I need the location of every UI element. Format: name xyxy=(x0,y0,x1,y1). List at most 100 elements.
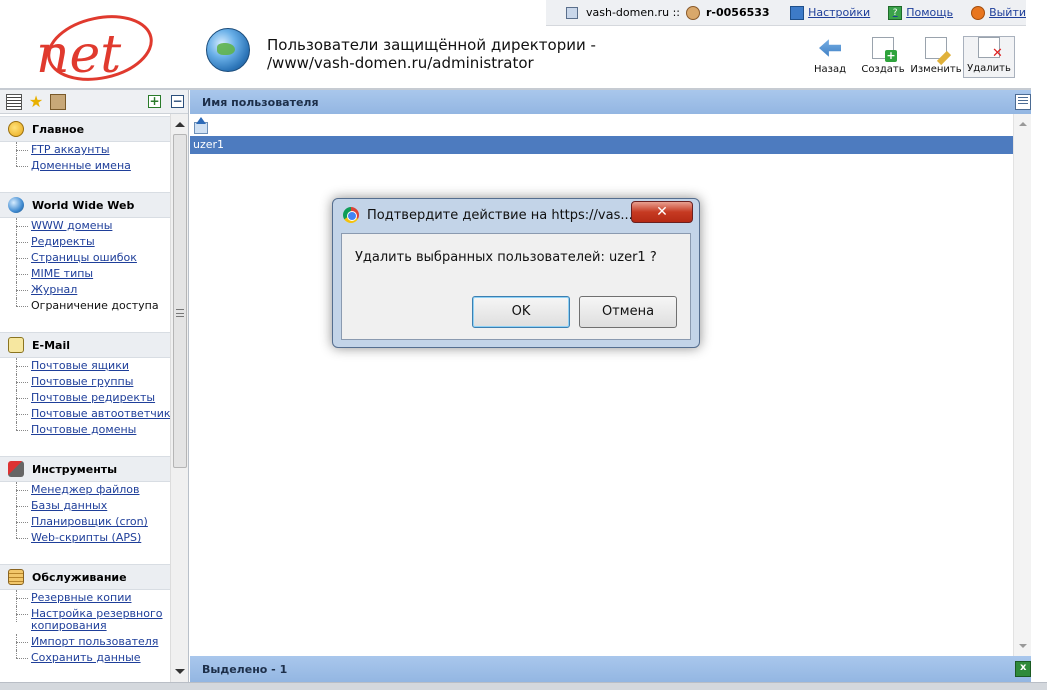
dialog-body: Удалить выбранных пользователей: uzer1 ?… xyxy=(341,233,691,340)
section-header-www[interactable]: World Wide Web xyxy=(0,192,170,218)
server-icon xyxy=(566,6,578,19)
sidebar-item-log[interactable]: Журнал xyxy=(16,282,170,298)
account-info: vash-domen.ru :: r-0056533 xyxy=(546,0,772,26)
back-button[interactable]: Назад xyxy=(804,36,856,78)
create-icon: + xyxy=(872,37,897,62)
create-label: Создать xyxy=(861,64,905,75)
scroll-down-arrow-icon[interactable] xyxy=(1019,644,1027,648)
folder-up-icon[interactable] xyxy=(192,117,208,134)
expand-all-icon[interactable]: + xyxy=(148,95,161,108)
section-header-service[interactable]: Обслуживание xyxy=(0,564,170,590)
sidebar-item-cron[interactable]: Планировщик (cron) xyxy=(16,514,170,530)
sidebar-item-save-data[interactable]: Сохранить данные xyxy=(16,650,170,666)
sidebar-scrollbar[interactable] xyxy=(170,114,188,682)
edit-label: Изменить xyxy=(910,64,962,75)
sidebar-section-main: Главное FTP аккаунты Доменные имена xyxy=(0,116,170,174)
collapse-all-icon[interactable]: − xyxy=(171,95,184,108)
settings-label: Настройки xyxy=(808,6,871,19)
logout-label: Выйти xyxy=(989,6,1026,19)
sidebar-item-domains[interactable]: Доменные имена xyxy=(16,158,170,174)
service-icon xyxy=(8,569,24,585)
main-toolbar: Назад + Создать Изменить ✕ Удалить xyxy=(804,36,1016,78)
sidebar-item-import-user[interactable]: Импорт пользователя xyxy=(16,634,170,650)
page-title-line2: /www/vash-domen.ru/administrator xyxy=(267,54,534,72)
sidebar-section-email: E-Mail Почтовые ящики Почтовые группы По… xyxy=(0,332,178,438)
top-status-bar: vash-domen.ru :: r-0056533 Настройки ? По… xyxy=(546,0,1026,26)
sidebar-item-www-domains[interactable]: WWW домены xyxy=(16,218,170,234)
favorites-star-icon[interactable]: ★ xyxy=(28,93,44,110)
sidebar-item-mail-domains[interactable]: Почтовые домены xyxy=(16,422,170,438)
window-bottom-edge xyxy=(0,682,1047,690)
sidebar-item-backups[interactable]: Резервные копии xyxy=(16,590,170,606)
scroll-thumb[interactable] xyxy=(173,134,187,468)
help-label: Помощь xyxy=(906,6,954,19)
selection-status-bar: Выделено - 1 xyxy=(190,656,1031,682)
scroll-down-arrow-icon[interactable] xyxy=(175,669,185,674)
page-right-edge xyxy=(1031,88,1047,690)
create-button[interactable]: + Создать xyxy=(857,36,909,78)
delete-label: Удалить xyxy=(967,63,1011,74)
confirm-dialog: Подтвердите действие на https://vas... ✕… xyxy=(332,198,700,348)
export-excel-icon[interactable] xyxy=(1015,661,1031,677)
user-list-panel: Имя пользователя uzer1 Выделено - 1 xyxy=(190,90,1031,682)
help-link[interactable]: ? Помощь xyxy=(888,5,954,20)
section-header-main[interactable]: Главное xyxy=(0,116,170,142)
sidebar-item-backup-settings[interactable]: Настройка резервного копирования xyxy=(16,606,170,634)
settings-icon xyxy=(790,5,805,20)
dialog-close-button[interactable]: ✕ xyxy=(631,201,693,223)
scroll-up-arrow-icon[interactable] xyxy=(175,122,185,127)
table-row[interactable]: uzer1 xyxy=(190,136,1013,154)
briefcase-icon[interactable] xyxy=(50,93,66,110)
sidebar-item-file-manager[interactable]: Менеджер файлов xyxy=(16,482,170,498)
page-title-line1: Пользователи защищённой директории - xyxy=(267,36,596,54)
home-icon xyxy=(8,121,24,137)
globe-icon xyxy=(206,28,250,72)
section-title: E-Mail xyxy=(32,338,70,352)
section-title: Инструменты xyxy=(32,462,118,476)
grid-scrollbar[interactable] xyxy=(1013,114,1031,656)
section-header-tools[interactable]: Инструменты xyxy=(0,456,170,482)
delete-icon: ✕ xyxy=(978,37,1003,60)
power-icon xyxy=(971,5,986,20)
sidebar-item-mime[interactable]: MIME типы xyxy=(16,266,170,282)
selected-count: Выделено - 1 xyxy=(202,662,288,676)
sidebar: ★ + − Главное FTP аккаунты Доменные имен… xyxy=(0,90,189,682)
help-icon: ? xyxy=(888,5,903,20)
net-logo[interactable]: net xyxy=(28,10,158,90)
section-title: World Wide Web xyxy=(32,198,135,212)
sidebar-item-databases[interactable]: Базы данных xyxy=(16,498,170,514)
ok-button[interactable]: OK xyxy=(472,296,570,328)
back-label: Назад xyxy=(813,64,846,75)
sidebar-item-mail-redirects[interactable]: Почтовые редиректы xyxy=(16,390,170,406)
sidebar-item-autoresponders[interactable]: Почтовые автоответчики xyxy=(16,406,178,422)
edit-button[interactable]: Изменить xyxy=(910,36,962,78)
sidebar-item-redirects[interactable]: Редиректы xyxy=(16,234,170,250)
logout-link[interactable]: Выйти xyxy=(971,5,1026,20)
mail-icon xyxy=(8,337,24,353)
account-id: r-0056533 xyxy=(706,6,770,19)
logo-text: net xyxy=(36,25,121,85)
list-view-icon[interactable] xyxy=(6,93,22,110)
dialog-title: Подтвердите действие на https://vas... xyxy=(367,207,633,223)
sidebar-section-tools: Инструменты Менеджер файлов Базы данных … xyxy=(0,456,170,546)
delete-button[interactable]: ✕ Удалить xyxy=(963,36,1015,78)
grip-icon xyxy=(176,309,184,317)
table-settings-icon[interactable] xyxy=(1015,94,1031,110)
sidebar-item-mail-groups[interactable]: Почтовые группы xyxy=(16,374,170,390)
sidebar-item-mailboxes[interactable]: Почтовые ящики xyxy=(16,358,170,374)
section-title: Обслуживание xyxy=(32,570,127,584)
sidebar-item-aps[interactable]: Web-скрипты (APS) xyxy=(16,530,170,546)
sidebar-item-access-restriction[interactable]: Ограничение доступа xyxy=(16,298,170,314)
edit-icon xyxy=(925,37,952,66)
sidebar-toolbar: ★ + − xyxy=(0,90,188,114)
page-title: Пользователи защищённой директории - /ww… xyxy=(267,36,607,72)
scroll-up-arrow-icon[interactable] xyxy=(1019,122,1027,126)
section-title: Главное xyxy=(32,122,85,136)
sidebar-item-ftp[interactable]: FTP аккаунты xyxy=(16,142,170,158)
settings-link[interactable]: Настройки xyxy=(790,5,871,20)
column-header-username[interactable]: Имя пользователя xyxy=(190,90,1031,114)
cancel-button[interactable]: Отмена xyxy=(579,296,677,328)
sidebar-item-error-pages[interactable]: Страницы ошибок xyxy=(16,250,170,266)
back-arrow-icon xyxy=(819,39,841,57)
section-header-email[interactable]: E-Mail xyxy=(0,332,170,358)
